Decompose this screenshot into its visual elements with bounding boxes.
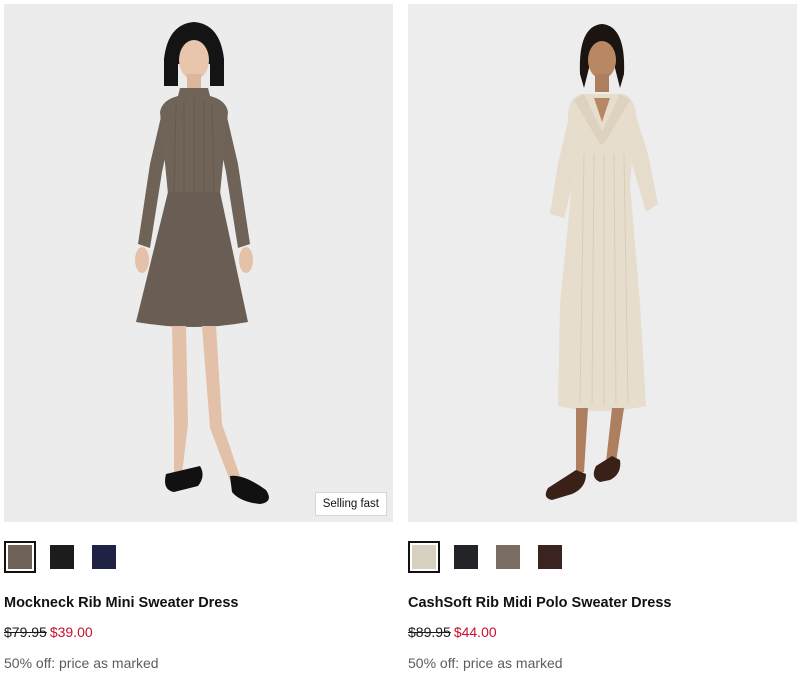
swatch-chip <box>92 545 116 569</box>
price-row: $79.95 $39.00 <box>4 624 393 640</box>
swatch-chip <box>50 545 74 569</box>
swatch-black[interactable] <box>450 541 482 573</box>
swatch-chip <box>496 545 520 569</box>
swatch-navy[interactable] <box>88 541 120 573</box>
swatch-chip <box>412 545 436 569</box>
swatch-dark-brown[interactable] <box>534 541 566 573</box>
product-image[interactable]: Selling fast <box>4 4 393 522</box>
color-swatches <box>408 541 797 573</box>
price-row: $89.95 $44.00 <box>408 624 797 640</box>
swatch-chip <box>454 545 478 569</box>
swatch-taupe[interactable] <box>492 541 524 573</box>
product-image[interactable] <box>408 4 797 522</box>
sale-price: $44.00 <box>453 624 497 640</box>
original-price: $89.95 <box>408 624 451 640</box>
original-price: $79.95 <box>4 624 47 640</box>
promo-text: 50% off: price as marked <box>4 655 159 671</box>
product-title[interactable]: CashSoft Rib Midi Polo Sweater Dress <box>408 595 797 611</box>
promo-text: 50% off: price as marked <box>408 655 563 671</box>
sale-price: $39.00 <box>49 624 93 640</box>
swatch-cream[interactable] <box>408 541 440 573</box>
model-photo-mockneck-dress <box>4 4 393 522</box>
swatch-black[interactable] <box>46 541 78 573</box>
swatch-chip <box>538 545 562 569</box>
product-card[interactable]: Selling fast Mockneck Rib Mini Sweater D… <box>4 4 393 671</box>
color-swatches <box>4 541 393 573</box>
swatch-chip <box>8 545 32 569</box>
product-title[interactable]: Mockneck Rib Mini Sweater Dress <box>4 595 393 611</box>
selling-fast-badge: Selling fast <box>314 492 387 516</box>
swatch-brown[interactable] <box>4 541 36 573</box>
model-photo-polo-dress <box>408 4 797 522</box>
product-card[interactable]: CashSoft Rib Midi Polo Sweater Dress $89… <box>408 4 797 671</box>
